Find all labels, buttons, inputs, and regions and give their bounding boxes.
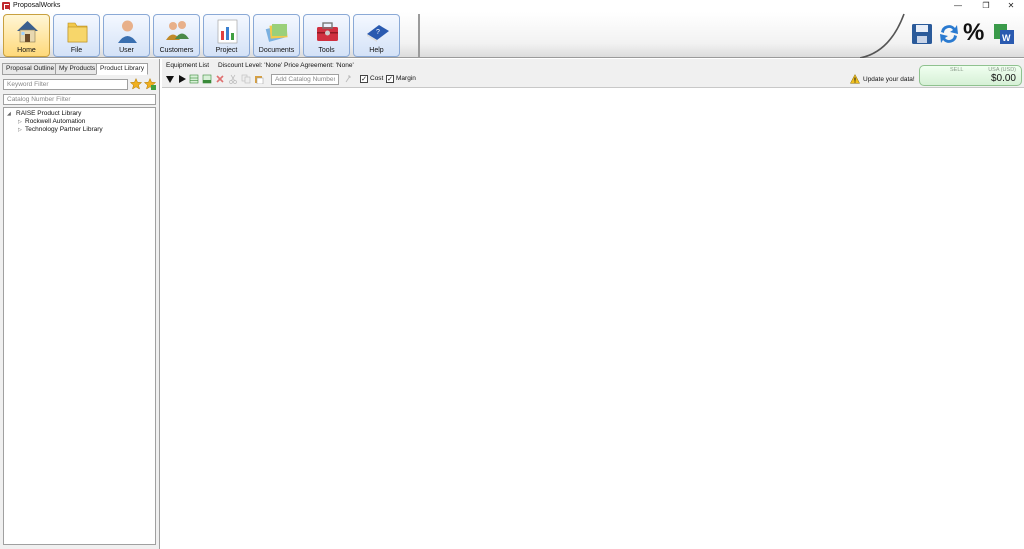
discount-level-label: Discount Level: 'None' (218, 62, 283, 69)
save-icon[interactable] (911, 22, 933, 46)
add-catalog-number-input[interactable] (271, 74, 339, 85)
documents-button[interactable]: Documents (253, 14, 300, 57)
main-area: Equipment List Discount Level: 'None' Pr… (162, 59, 1024, 549)
restore-button[interactable]: ❐ (975, 0, 997, 12)
cost-checkbox[interactable]: ✓ (360, 75, 368, 83)
percent-icon[interactable]: % (963, 21, 985, 45)
app-title: ProposalWorks (13, 2, 61, 9)
home-button[interactable]: Home (3, 14, 50, 57)
equipment-toolbar: Equipment List Discount Level: 'None' Pr… (162, 59, 1024, 88)
price-agreement-label: Price Agreement: 'None' (284, 62, 354, 69)
collapsed-arrow-icon[interactable]: ▷ (18, 119, 22, 125)
ribbon: Home File User Customers Project Documen… (0, 12, 1024, 58)
help-book-icon: ? (367, 25, 389, 42)
svg-text:W: W (1002, 33, 1011, 43)
price-summary: SELL USA (USD) $0.00 (919, 65, 1022, 86)
sync-icon[interactable] (938, 22, 960, 46)
close-button[interactable]: ✕ (1000, 0, 1022, 12)
minimize-button[interactable]: — (947, 0, 969, 12)
add-catalog-arrow-icon[interactable] (344, 74, 354, 84)
warning-icon (850, 74, 860, 84)
sell-label: SELL (950, 67, 964, 73)
cut-icon[interactable] (228, 74, 238, 84)
svg-text:?: ? (376, 29, 380, 36)
product-library-tree: ◢ RAISE Product Library ▷ Rockwell Autom… (3, 107, 156, 545)
expand-all-icon[interactable] (177, 74, 187, 84)
house-icon (17, 21, 38, 43)
help-button[interactable]: ? Help (353, 14, 400, 57)
user-icon (118, 20, 137, 43)
delete-icon[interactable] (215, 74, 225, 84)
expanded-arrow-icon[interactable]: ◢ (7, 111, 11, 117)
customers-button[interactable]: Customers (153, 14, 200, 57)
ribbon-separator (418, 14, 420, 58)
toolbox-icon (317, 22, 338, 41)
add-favorite-star-icon[interactable] (144, 78, 156, 90)
documents-icon (265, 24, 288, 42)
user-label: User (119, 47, 134, 54)
keyword-filter-input[interactable] (3, 79, 128, 90)
tab-product-library[interactable]: Product Library (96, 63, 149, 75)
home-label: Home (17, 47, 36, 54)
project-label: Project (215, 47, 238, 54)
word-export-icon[interactable]: W (993, 22, 1015, 46)
add-row-icon[interactable] (189, 74, 199, 84)
cost-label: Cost (370, 75, 384, 82)
update-data-link[interactable]: Update your data! (863, 76, 915, 83)
catalog-number-filter-input[interactable] (3, 94, 156, 105)
paste-icon[interactable] (254, 74, 264, 84)
favorite-star-icon[interactable] (130, 78, 142, 90)
sell-total-value: $0.00 (990, 73, 1016, 84)
tree-item-root[interactable]: RAISE Product Library (16, 110, 81, 117)
left-panel: Proposal Outline My Products Product Lib… (0, 59, 160, 549)
tools-button[interactable]: Tools (303, 14, 350, 57)
add-section-icon[interactable] (202, 74, 212, 84)
help-label: Help (369, 47, 384, 54)
documents-label: Documents (258, 47, 295, 54)
app-logo-icon (2, 2, 10, 10)
tab-my-products[interactable]: My Products (55, 63, 100, 75)
file-button[interactable]: File (53, 14, 100, 57)
copy-icon[interactable] (241, 74, 251, 84)
tree-item-technology-partner[interactable]: Technology Partner Library (25, 126, 103, 133)
file-label: File (70, 47, 83, 54)
customers-label: Customers (159, 47, 194, 54)
bar-chart-icon (217, 19, 238, 44)
tab-proposal-outline[interactable]: Proposal Outline (2, 63, 59, 75)
title-bar: ProposalWorks — ❐ ✕ (0, 0, 1024, 12)
customers-icon (166, 21, 189, 40)
collapsed-arrow-icon[interactable]: ▷ (18, 127, 22, 133)
project-button[interactable]: Project (203, 14, 250, 57)
margin-label: Margin (396, 75, 416, 82)
tree-item-rockwell[interactable]: Rockwell Automation (25, 118, 85, 125)
folder-icon (67, 22, 88, 43)
tools-label: Tools (318, 47, 335, 54)
user-button[interactable]: User (103, 14, 150, 57)
equipment-list-label: Equipment List (166, 62, 209, 69)
margin-checkbox[interactable]: ✓ (386, 75, 394, 83)
collapse-all-icon[interactable] (165, 74, 175, 84)
